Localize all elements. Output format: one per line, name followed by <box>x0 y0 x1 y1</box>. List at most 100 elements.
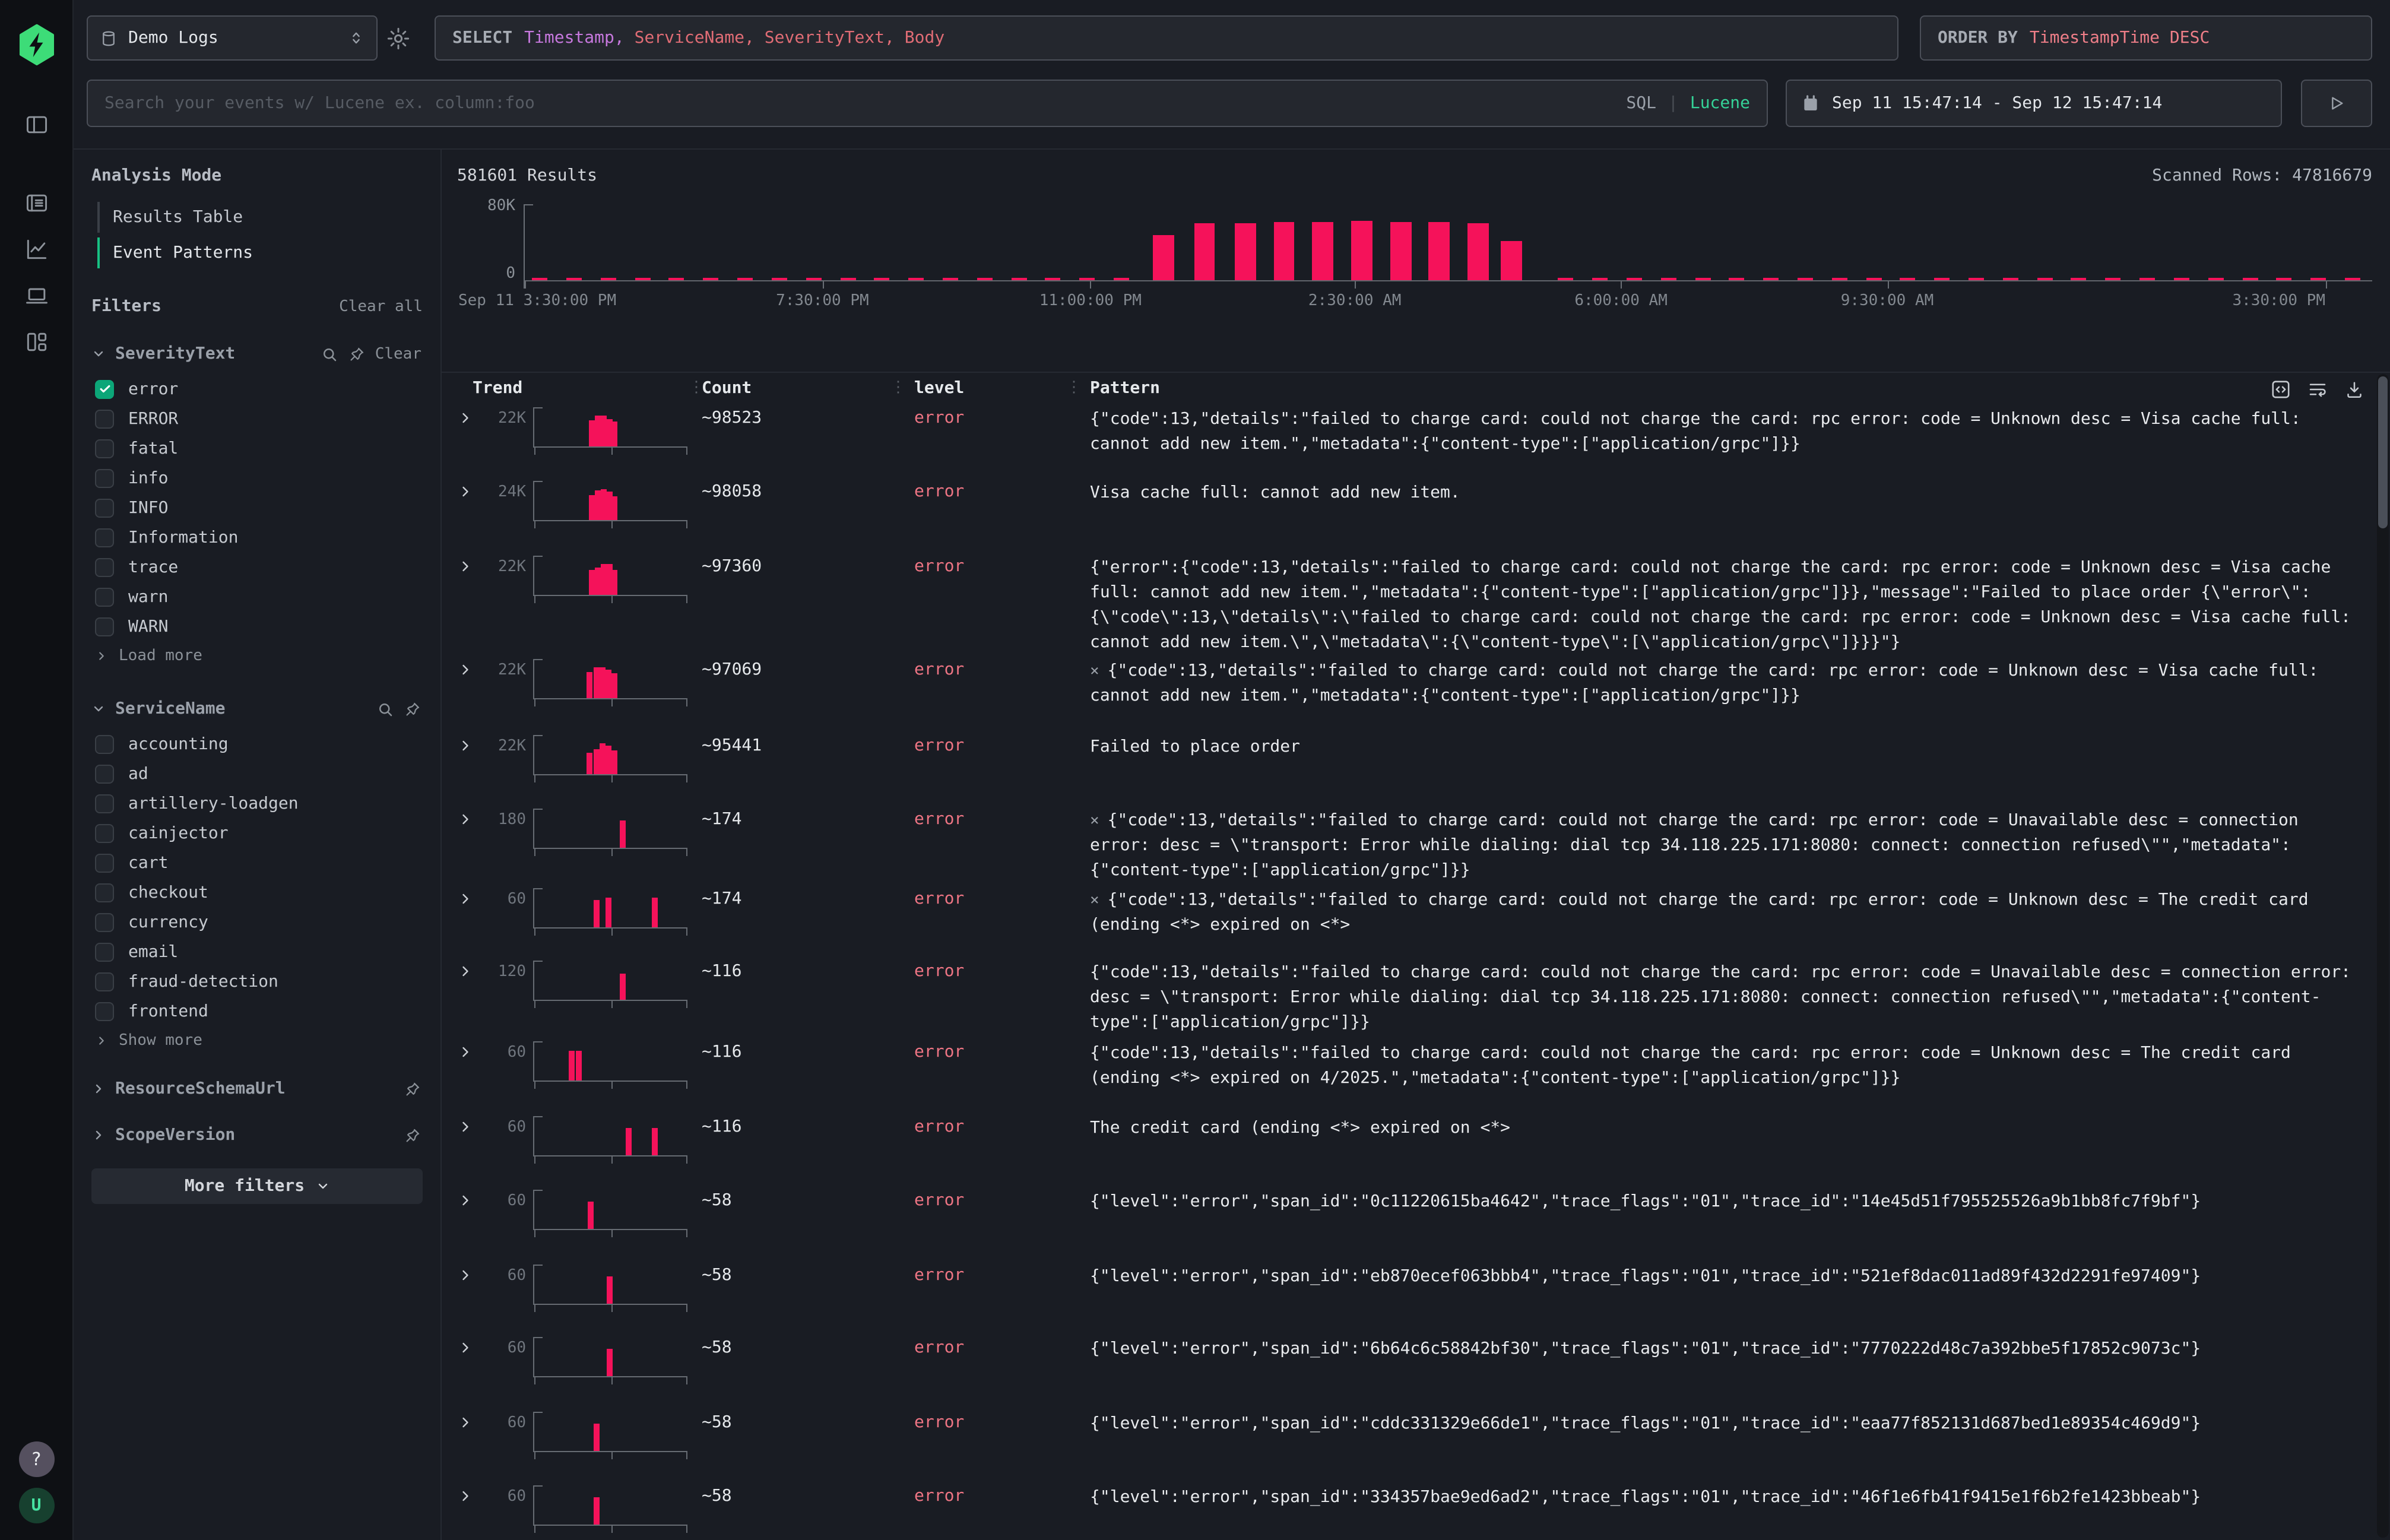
search-logs-icon[interactable] <box>23 190 49 216</box>
chart-explorer-icon[interactable] <box>23 236 49 262</box>
filter-option-trace[interactable]: trace <box>74 552 440 582</box>
filter-option-error[interactable]: error <box>74 374 440 404</box>
checkbox[interactable] <box>95 498 114 517</box>
filter-option-frontend[interactable]: frontend <box>74 996 440 1026</box>
row-expander-icon[interactable] <box>457 404 486 426</box>
search-input[interactable] <box>104 94 1614 113</box>
run-query-button[interactable] <box>2301 80 2372 127</box>
checkbox[interactable] <box>95 409 114 428</box>
filter-option-accounting[interactable]: accounting <box>74 729 440 759</box>
sessions-icon[interactable] <box>23 283 49 309</box>
column-header-count[interactable]: Count <box>692 373 894 398</box>
checkbox[interactable] <box>95 439 114 458</box>
filter-option-artillery-loadgen[interactable]: artillery-loadgen <box>74 788 440 818</box>
text-wrap-icon[interactable] <box>2307 379 2328 400</box>
code-view-icon[interactable] <box>2270 379 2291 400</box>
pattern-text[interactable]: {"code":13,"details":"failed to charge c… <box>1070 957 2354 1035</box>
row-expander-icon[interactable] <box>457 1038 486 1060</box>
vertical-scrollbar[interactable] <box>2377 374 2389 1538</box>
filter-group-servicename[interactable]: ServiceName <box>74 699 440 718</box>
column-header-level[interactable]: level <box>894 373 1070 398</box>
checkbox[interactable] <box>95 823 114 842</box>
mode-lucene[interactable]: Lucene <box>1690 94 1750 113</box>
user-avatar[interactable]: U <box>18 1488 54 1523</box>
row-expander-icon[interactable] <box>457 1113 486 1135</box>
pattern-row[interactable]: 120~116error{"code":13,"details":"failed… <box>442 957 2390 1038</box>
column-resize-handle[interactable]: ⋮ <box>689 380 704 395</box>
filter-option-currency[interactable]: currency <box>74 907 440 937</box>
checkbox[interactable] <box>95 942 114 961</box>
pattern-row[interactable]: 22K~97069error×{"code":13,"details":"fai… <box>442 655 2390 731</box>
filter-option-information[interactable]: Information <box>74 522 440 552</box>
row-expander-icon[interactable] <box>457 731 486 754</box>
checkbox[interactable] <box>95 853 114 872</box>
filter-option-fatal[interactable]: fatal <box>74 433 440 463</box>
pattern-text[interactable]: {"error":{"code":13,"details":"failed to… <box>1070 552 2354 655</box>
pattern-row[interactable]: 60~58error{"level":"error","span_id":"cd… <box>442 1408 2390 1482</box>
row-expander-icon[interactable] <box>457 1482 486 1504</box>
pattern-text[interactable]: {"level":"error","span_id":"334357bae9ed… <box>1070 1482 2354 1510</box>
pattern-text[interactable]: ×{"code":13,"details":"failed to charge … <box>1070 885 2354 938</box>
source-select[interactable]: Demo Logs <box>87 15 378 61</box>
pattern-text[interactable]: {"level":"error","span_id":"cddc331329e6… <box>1070 1408 2354 1437</box>
help-button[interactable]: ? <box>18 1441 54 1477</box>
pattern-text[interactable]: The credit card (ending <*> expired on <… <box>1070 1113 2354 1141</box>
pattern-text[interactable]: {"level":"error","span_id":"eb870ecef063… <box>1070 1261 2354 1289</box>
filter-option-checkout[interactable]: checkout <box>74 877 440 907</box>
row-expander-icon[interactable] <box>457 957 486 980</box>
row-expander-icon[interactable] <box>457 1333 486 1356</box>
row-expander-icon[interactable] <box>457 885 486 907</box>
checkbox[interactable] <box>95 1002 114 1021</box>
search-icon[interactable] <box>376 700 394 718</box>
clear-group-button[interactable]: Clear <box>375 345 421 363</box>
clear-all-button[interactable]: Clear all <box>339 297 423 315</box>
filter-option-cart[interactable]: cart <box>74 848 440 877</box>
row-expander-icon[interactable] <box>457 552 486 575</box>
search-icon[interactable] <box>321 345 338 363</box>
checkbox[interactable] <box>95 528 114 547</box>
row-expander-icon[interactable] <box>457 1261 486 1284</box>
orderby-input[interactable]: ORDER BY TimestampTime DESC <box>1920 15 2372 61</box>
pattern-text[interactable]: ×{"code":13,"details":"failed to charge … <box>1070 805 2354 883</box>
row-expander-icon[interactable] <box>457 1408 486 1431</box>
row-expander-icon[interactable] <box>457 1186 486 1209</box>
pin-icon[interactable] <box>404 1080 421 1098</box>
pattern-text[interactable]: {"level":"error","span_id":"6b64c6c58842… <box>1070 1333 2354 1362</box>
pattern-row[interactable]: 22K~95441errorFailed to place order <box>442 731 2390 805</box>
pattern-row[interactable]: 60~116error{"code":13,"details":"failed … <box>442 1038 2390 1113</box>
checkbox[interactable] <box>95 883 114 902</box>
pattern-text[interactable]: Failed to place order <box>1070 731 2354 760</box>
row-expander-icon[interactable] <box>457 655 486 678</box>
filter-option-error[interactable]: ERROR <box>74 404 440 433</box>
pattern-row[interactable]: 60~58error{"level":"error","span_id":"0c… <box>442 1186 2390 1261</box>
filter-option-email[interactable]: email <box>74 937 440 967</box>
checkbox[interactable] <box>95 587 114 606</box>
checkbox[interactable] <box>95 617 114 636</box>
pattern-row[interactable]: 180~174error×{"code":13,"details":"faile… <box>442 805 2390 885</box>
row-expander-icon[interactable] <box>457 477 486 500</box>
row-expander-icon[interactable] <box>457 805 486 828</box>
filter-group-scopeversion[interactable]: ScopeVersion <box>74 1122 440 1148</box>
sidebar-toggle-icon[interactable] <box>23 112 49 138</box>
checkbox[interactable] <box>95 557 114 576</box>
pattern-text[interactable]: {"level":"error","span_id":"0c11220615ba… <box>1070 1186 2354 1215</box>
checkbox[interactable] <box>95 912 114 931</box>
results-histogram[interactable]: Sep 11 3:30:00 PM7:30:00 PM11:00:00 PM2:… <box>524 204 2372 281</box>
gear-icon[interactable] <box>386 26 411 51</box>
pattern-row[interactable]: 60~58error{"level":"error","span_id":"6b… <box>442 1333 2390 1408</box>
pin-icon[interactable] <box>404 1126 421 1144</box>
filter-group-resourceschemaurl[interactable]: ResourceSchemaUrl <box>74 1076 440 1102</box>
hyperdx-logo-icon[interactable] <box>16 24 56 66</box>
checkbox[interactable] <box>95 379 114 398</box>
pattern-row[interactable]: 60~174error×{"code":13,"details":"failed… <box>442 885 2390 957</box>
column-resize-handle[interactable]: ⋮ <box>1066 380 1082 395</box>
pattern-row[interactable]: 60~58error{"level":"error","span_id":"eb… <box>442 1261 2390 1333</box>
pattern-text[interactable]: ×{"code":13,"details":"failed to charge … <box>1070 655 2354 709</box>
mode-sql[interactable]: SQL <box>1626 94 1656 113</box>
checkbox[interactable] <box>95 468 114 487</box>
analysis-mode-event-patterns[interactable]: Event Patterns <box>74 235 440 271</box>
scrollbar-thumb[interactable] <box>2378 376 2388 528</box>
filter-option-ad[interactable]: ad <box>74 759 440 788</box>
filter-option-info[interactable]: info <box>74 463 440 493</box>
checkbox[interactable] <box>95 734 114 753</box>
